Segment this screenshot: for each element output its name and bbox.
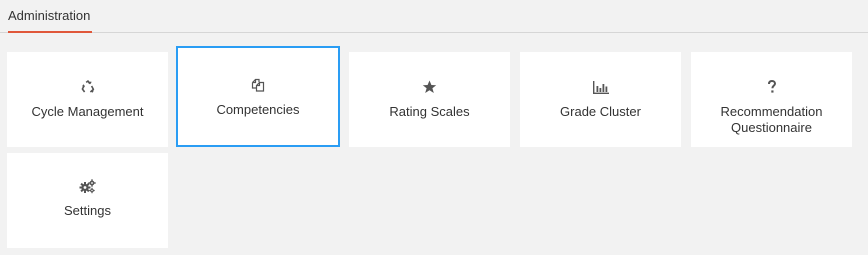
tile-rating-scales-label: Rating Scales — [389, 104, 470, 119]
tile-rating-scales[interactable]: Rating Scales — [349, 52, 510, 147]
star-icon — [349, 79, 510, 95]
tile-cycle-management-label: Cycle Management — [31, 104, 144, 119]
tile-grade-cluster-label: Grade Cluster — [560, 104, 641, 119]
tile-recommendation-questionnaire[interactable]: Recommendation Questionnaire — [691, 52, 852, 147]
tab-bar: Administration — [0, 0, 868, 33]
tile-cycle-management[interactable]: Cycle Management — [7, 52, 168, 147]
recycle-icon — [7, 79, 168, 95]
tile-competencies-label: Competencies — [216, 102, 300, 117]
tab-administration[interactable]: Administration — [8, 7, 93, 33]
tab-administration-label: Administration — [8, 8, 91, 23]
tile-recommendation-questionnaire-label: Recommendation Questionnaire — [695, 104, 848, 136]
active-tab-indicator — [8, 31, 93, 33]
tile-grade-cluster[interactable]: Grade Cluster — [520, 52, 681, 147]
tile-settings[interactable]: Settings — [7, 153, 168, 248]
label-line-1: Recommendation — [720, 104, 823, 119]
label-line-2: Questionnaire — [731, 120, 812, 135]
copy-icon — [178, 77, 338, 93]
bar-chart-icon — [520, 79, 681, 95]
question-icon — [691, 79, 852, 95]
tile-competencies[interactable]: Competencies — [176, 46, 340, 147]
tile-settings-label: Settings — [64, 203, 111, 218]
gears-icon — [7, 178, 168, 194]
